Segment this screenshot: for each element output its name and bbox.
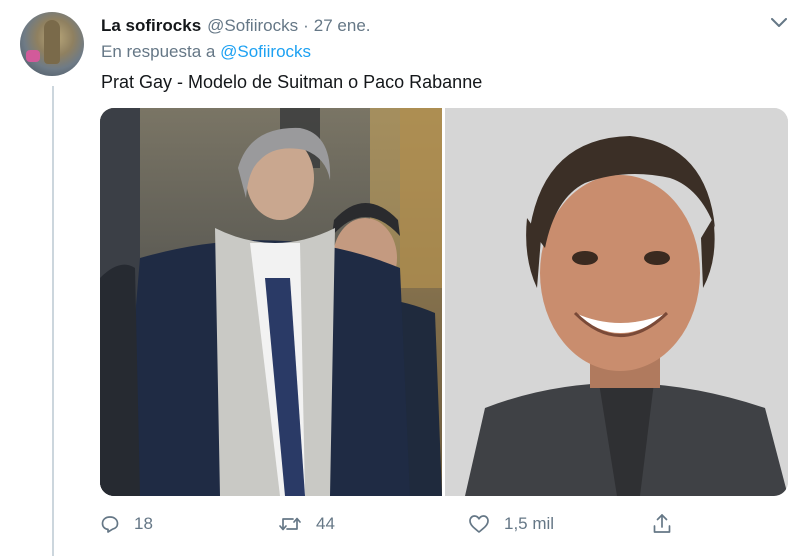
like-count: 1,5 mil bbox=[504, 514, 555, 533]
tweet-header: La sofirocks @Sofiirocks · 27 ene. bbox=[101, 14, 371, 38]
reply-mention-link[interactable]: @Sofiirocks bbox=[220, 42, 311, 61]
display-name[interactable]: La sofirocks bbox=[101, 16, 201, 36]
reply-icon bbox=[101, 516, 119, 533]
share-icon bbox=[653, 514, 671, 533]
tweet-date[interactable]: 27 ene. bbox=[314, 16, 371, 36]
share-button[interactable] bbox=[652, 510, 686, 538]
tweet-actions: 18 44 1,5 mil bbox=[100, 510, 690, 538]
thread-line bbox=[52, 86, 54, 556]
retweet-count: 44 bbox=[316, 514, 335, 533]
reply-count: 18 bbox=[134, 514, 153, 533]
reply-context: En respuesta a @Sofiirocks bbox=[101, 42, 311, 62]
like-button[interactable]: 1,5 mil bbox=[468, 510, 554, 538]
retweet-button[interactable]: 44 bbox=[278, 510, 335, 538]
retweet-icon bbox=[279, 517, 301, 531]
avatar-figure bbox=[44, 20, 60, 64]
tweet-text: Prat Gay - Modelo de Suitman o Paco Raba… bbox=[101, 72, 483, 92]
user-handle[interactable]: @Sofiirocks bbox=[207, 16, 298, 36]
chevron-down-icon[interactable] bbox=[770, 14, 788, 32]
avatar-accent bbox=[26, 50, 40, 62]
reply-prefix: En respuesta a bbox=[101, 42, 216, 61]
photo-smiling-man-portrait[interactable] bbox=[445, 108, 788, 496]
avatar[interactable] bbox=[20, 12, 84, 76]
photo-man-in-suit-and-scarf[interactable] bbox=[100, 108, 442, 496]
reply-button[interactable]: 18 bbox=[100, 510, 153, 538]
media-grid bbox=[100, 108, 788, 496]
like-icon bbox=[469, 515, 489, 533]
separator-dot: · bbox=[303, 16, 309, 35]
